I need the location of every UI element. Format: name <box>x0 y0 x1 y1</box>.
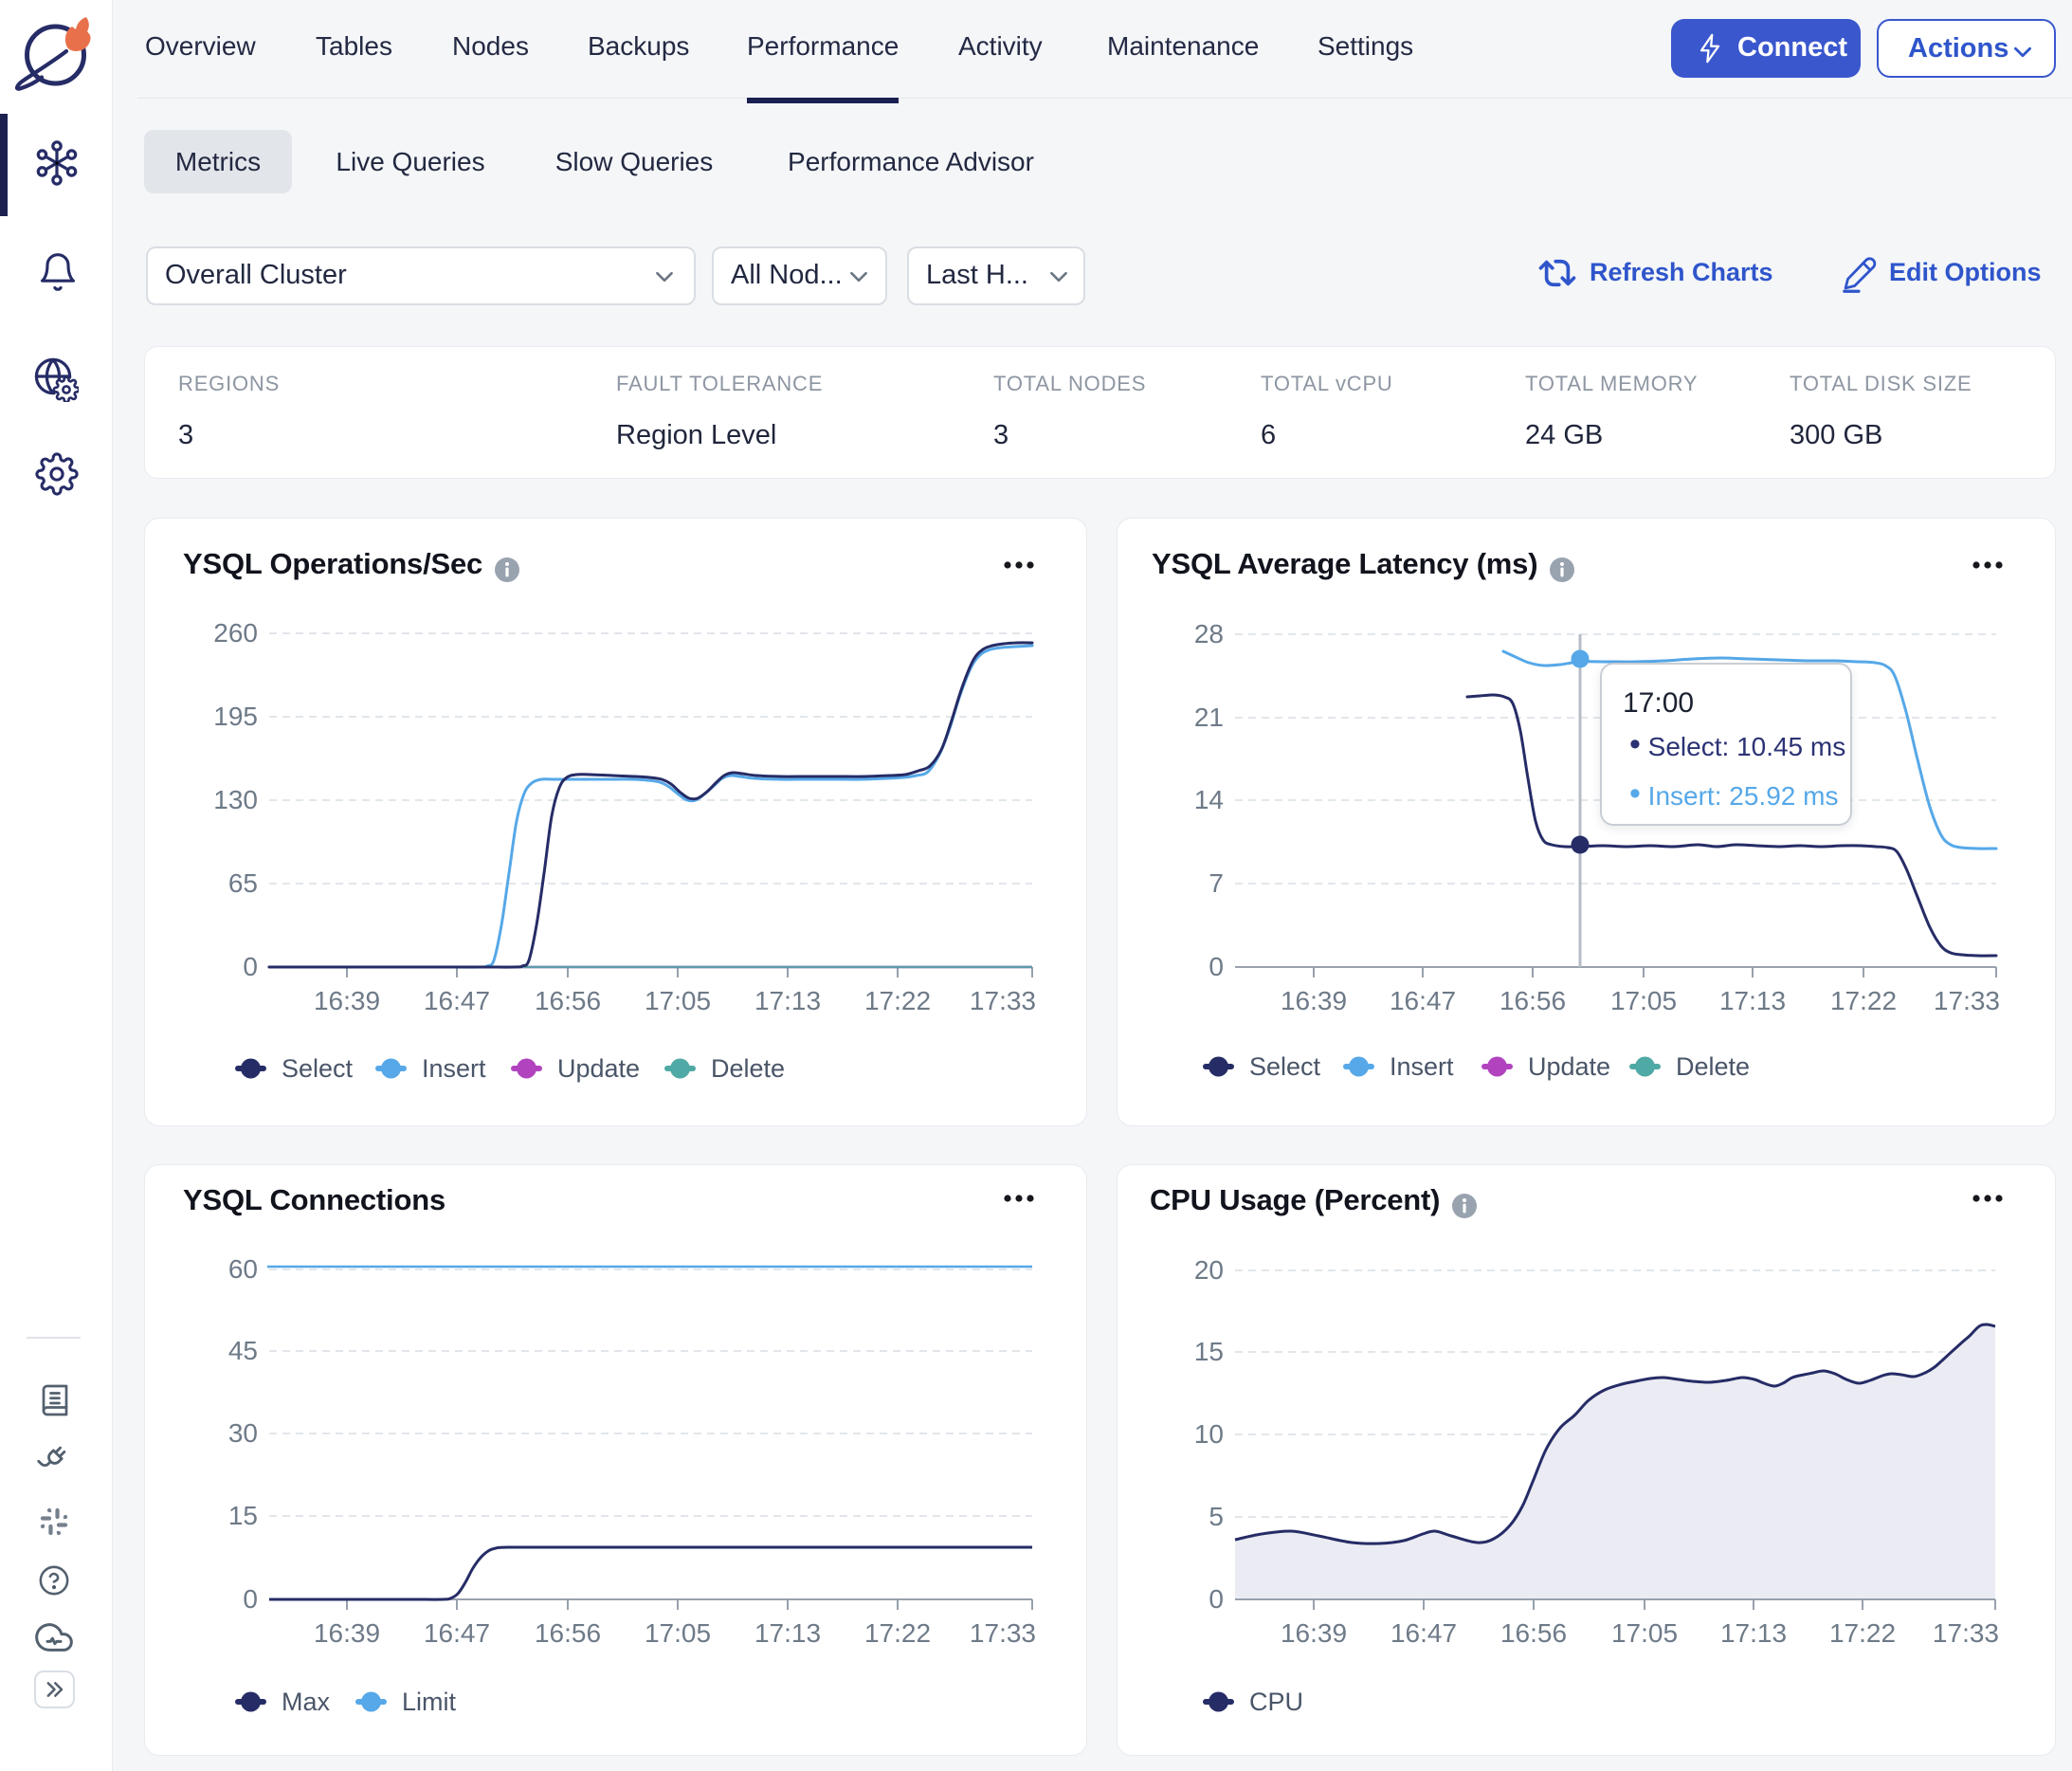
svg-text:15: 15 <box>1194 1337 1224 1366</box>
svg-text:195: 195 <box>213 702 258 731</box>
svg-text:17:13: 17:13 <box>754 986 821 1015</box>
svg-text:17:05: 17:05 <box>1610 986 1677 1015</box>
svg-text:17:05: 17:05 <box>645 986 711 1015</box>
svg-text:0: 0 <box>243 1584 258 1614</box>
svg-text:17:05: 17:05 <box>645 1618 711 1648</box>
svg-text:16:56: 16:56 <box>1499 986 1566 1015</box>
svg-text:60: 60 <box>228 1254 258 1284</box>
svg-text:16:39: 16:39 <box>1281 986 1347 1015</box>
svg-text:260: 260 <box>213 618 258 648</box>
svg-text:17:22: 17:22 <box>1830 986 1897 1015</box>
svg-text:16:56: 16:56 <box>535 1618 601 1648</box>
svg-text:16:56: 16:56 <box>535 986 601 1015</box>
svg-text:17:22: 17:22 <box>1829 1618 1896 1648</box>
svg-text:20: 20 <box>1194 1255 1224 1285</box>
svg-text:45: 45 <box>228 1336 258 1365</box>
svg-text:16:39: 16:39 <box>1281 1618 1347 1648</box>
svg-text:130: 130 <box>213 785 258 814</box>
svg-text:16:47: 16:47 <box>1390 1618 1457 1648</box>
svg-text:17:05: 17:05 <box>1611 1618 1678 1648</box>
svg-text:17:33: 17:33 <box>970 1618 1036 1648</box>
svg-text:16:47: 16:47 <box>424 1618 490 1648</box>
svg-text:17:13: 17:13 <box>1720 1618 1787 1648</box>
svg-text:16:47: 16:47 <box>424 986 490 1015</box>
svg-text:16:39: 16:39 <box>314 1618 380 1648</box>
svg-text:7: 7 <box>1209 868 1224 898</box>
svg-text:5: 5 <box>1209 1502 1224 1531</box>
svg-text:65: 65 <box>228 868 258 898</box>
svg-text:17:22: 17:22 <box>864 986 931 1015</box>
svg-text:10: 10 <box>1194 1419 1224 1449</box>
svg-text:0: 0 <box>1209 1584 1224 1614</box>
svg-text:30: 30 <box>228 1418 258 1448</box>
svg-text:0: 0 <box>1209 952 1224 981</box>
svg-text:15: 15 <box>228 1501 258 1530</box>
svg-text:16:47: 16:47 <box>1390 986 1456 1015</box>
svg-text:17:33: 17:33 <box>1934 986 2000 1015</box>
svg-text:28: 28 <box>1194 619 1224 648</box>
svg-text:16:39: 16:39 <box>314 986 380 1015</box>
svg-text:17:13: 17:13 <box>754 1618 821 1648</box>
svg-text:14: 14 <box>1194 785 1224 814</box>
svg-text:17:13: 17:13 <box>1719 986 1786 1015</box>
svg-text:16:56: 16:56 <box>1500 1618 1567 1648</box>
svg-text:0: 0 <box>243 952 258 981</box>
svg-text:17:33: 17:33 <box>1933 1618 1999 1648</box>
svg-text:21: 21 <box>1194 703 1224 732</box>
svg-text:17:22: 17:22 <box>864 1618 931 1648</box>
svg-text:17:33: 17:33 <box>970 986 1036 1015</box>
